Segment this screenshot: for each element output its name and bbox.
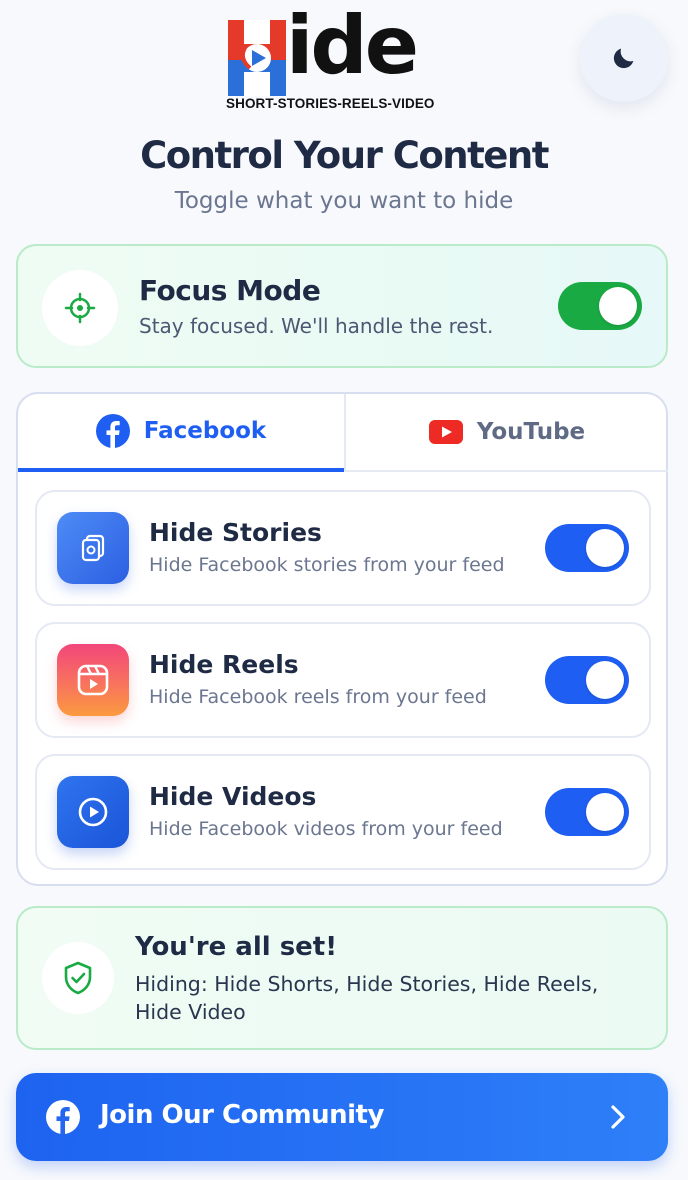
chevron-right-icon [611, 1105, 625, 1129]
toggle-knob [599, 287, 637, 325]
item-title: Hide Videos [149, 782, 317, 811]
status-description: Hiding: Hide Shorts, Hide Stories, Hide … [135, 972, 599, 1024]
youtube-icon [428, 420, 463, 444]
videos-icon-tile [57, 776, 129, 848]
tab-youtube-label: YouTube [476, 419, 586, 445]
toggle-knob [586, 529, 624, 567]
focus-mode-description: Stay focused. We'll handle the rest. [139, 314, 494, 338]
item-description: Hide Facebook videos from your feed [149, 818, 503, 840]
tab-facebook[interactable]: Facebook [18, 394, 344, 472]
tab-facebook-label: Facebook [143, 418, 267, 444]
hide-stories-toggle[interactable] [545, 524, 629, 572]
status-title: You're all set! [135, 932, 338, 962]
item-title: Hide Stories [149, 518, 322, 547]
status-icon-container [42, 942, 114, 1014]
app-logo: ide SHORT-STORIES-REELS-VIDEO [226, 6, 452, 114]
focus-mode-title: Focus Mode [139, 274, 321, 307]
item-description: Hide Facebook reels from your feed [149, 686, 487, 708]
platform-settings-card: Facebook YouTube Hide Stories Hide Faceb… [16, 392, 668, 886]
join-community-label: Join Our Community [100, 1100, 384, 1130]
toggle-knob [586, 793, 624, 831]
item-description: Hide Facebook stories from your feed [149, 554, 505, 576]
hide-videos-toggle[interactable] [545, 788, 629, 836]
hide-reels-toggle[interactable] [545, 656, 629, 704]
focus-icon-container [42, 270, 118, 346]
logo-wordmark: ide [286, 0, 419, 92]
list-item-hide-stories: Hide Stories Hide Facebook stories from … [35, 490, 651, 606]
logo-tagline: SHORT-STORIES-REELS-VIDEO [226, 96, 435, 111]
facebook-icon [95, 414, 130, 448]
reels-icon [77, 664, 109, 696]
facebook-icon [46, 1100, 80, 1134]
video-play-icon [78, 797, 108, 827]
focus-mode-card: Focus Mode Stay focused. We'll handle th… [16, 244, 668, 368]
page-subtitle: Toggle what you want to hide [174, 188, 514, 214]
focus-mode-toggle[interactable] [558, 282, 642, 330]
shield-check-icon [64, 961, 92, 995]
stories-icon-tile [57, 512, 129, 584]
status-card: You're all set! Hiding: Hide Shorts, Hid… [16, 906, 668, 1050]
list-item-hide-videos: Hide Videos Hide Facebook videos from yo… [35, 754, 651, 870]
stories-icon [81, 534, 105, 562]
tab-youtube[interactable]: YouTube [344, 394, 668, 472]
reels-icon-tile [57, 644, 129, 716]
toggle-knob [586, 661, 624, 699]
item-title: Hide Reels [149, 650, 299, 679]
join-community-button[interactable]: Join Our Community [16, 1073, 668, 1161]
target-icon [64, 292, 96, 324]
theme-toggle-button[interactable] [580, 14, 668, 102]
moon-icon [613, 48, 634, 69]
page-title: Control Your Content [140, 134, 549, 177]
list-item-hide-reels: Hide Reels Hide Facebook reels from your… [35, 622, 651, 738]
logo-h-mark [228, 20, 286, 96]
